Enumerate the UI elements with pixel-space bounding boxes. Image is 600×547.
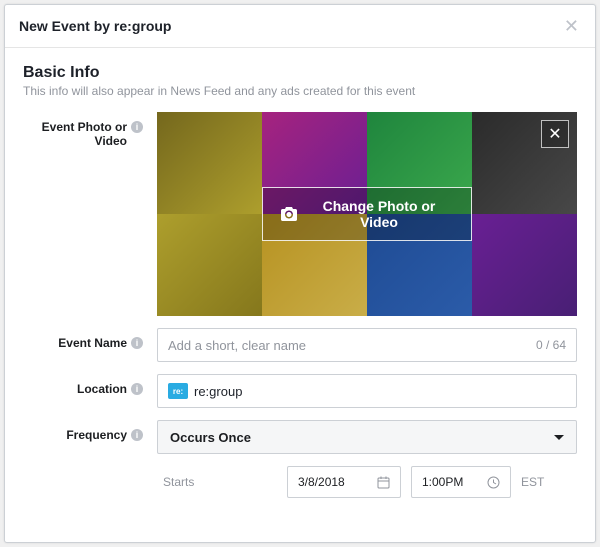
section-subtitle: This info will also appear in News Feed … (23, 84, 577, 98)
start-date-value: 3/8/2018 (298, 475, 345, 489)
starts-label: Starts (157, 475, 277, 489)
location-row: Location i re: re:group (23, 374, 577, 408)
location-label: Location i (23, 374, 157, 408)
section-title: Basic Info (23, 64, 577, 82)
photo-tile (157, 214, 262, 316)
photo-field: ✕ Change Photo or Video (157, 112, 577, 316)
starts-row: Starts 3/8/2018 1:00PM EST (23, 466, 577, 498)
photo-label: Event Photo or Video i (23, 112, 157, 316)
info-icon[interactable]: i (131, 383, 143, 395)
photo-row: Event Photo or Video i ✕ (23, 112, 577, 316)
frequency-select[interactable]: Occurs Once (157, 420, 577, 454)
change-photo-button[interactable]: Change Photo or Video (262, 187, 472, 241)
event-photo-preview: ✕ Change Photo or Video (157, 112, 577, 316)
location-avatar-icon: re: (168, 383, 188, 399)
frequency-value: Occurs Once (170, 430, 251, 445)
location-value: re:group (194, 384, 242, 399)
frequency-row: Frequency i Occurs Once (23, 420, 577, 454)
dialog-body: Basic Info This info will also appear in… (5, 48, 595, 510)
event-name-row: Event Name i 0 / 64 (23, 328, 577, 362)
photo-tile (472, 214, 577, 316)
camera-icon (281, 207, 297, 221)
close-icon: ✕ (564, 16, 579, 36)
start-date-input[interactable]: 3/8/2018 (287, 466, 401, 498)
event-name-input[interactable] (168, 329, 528, 361)
calendar-icon (377, 476, 390, 489)
clock-icon (487, 476, 500, 489)
dialog-header: New Event by re:group ✕ (5, 5, 595, 48)
start-time-value: 1:00PM (422, 475, 463, 489)
chevron-down-icon (554, 435, 564, 440)
event-name-field: 0 / 64 (157, 328, 577, 362)
event-name-label: Event Name i (23, 328, 157, 362)
remove-photo-button[interactable]: ✕ (541, 120, 569, 148)
frequency-label: Frequency i (23, 420, 157, 454)
info-icon[interactable]: i (131, 121, 143, 133)
new-event-dialog: New Event by re:group ✕ Basic Info This … (4, 4, 596, 543)
info-icon[interactable]: i (131, 429, 143, 441)
location-field[interactable]: re: re:group (157, 374, 577, 408)
photo-tile (157, 112, 262, 214)
info-icon[interactable]: i (131, 337, 143, 349)
dialog-title: New Event by re:group (19, 18, 171, 34)
close-button[interactable]: ✕ (562, 17, 581, 35)
timezone-label: EST (521, 475, 544, 489)
change-photo-label: Change Photo or Video (305, 198, 453, 230)
close-icon: ✕ (548, 124, 561, 144)
start-time-input[interactable]: 1:00PM (411, 466, 511, 498)
char-counter: 0 / 64 (528, 338, 566, 352)
